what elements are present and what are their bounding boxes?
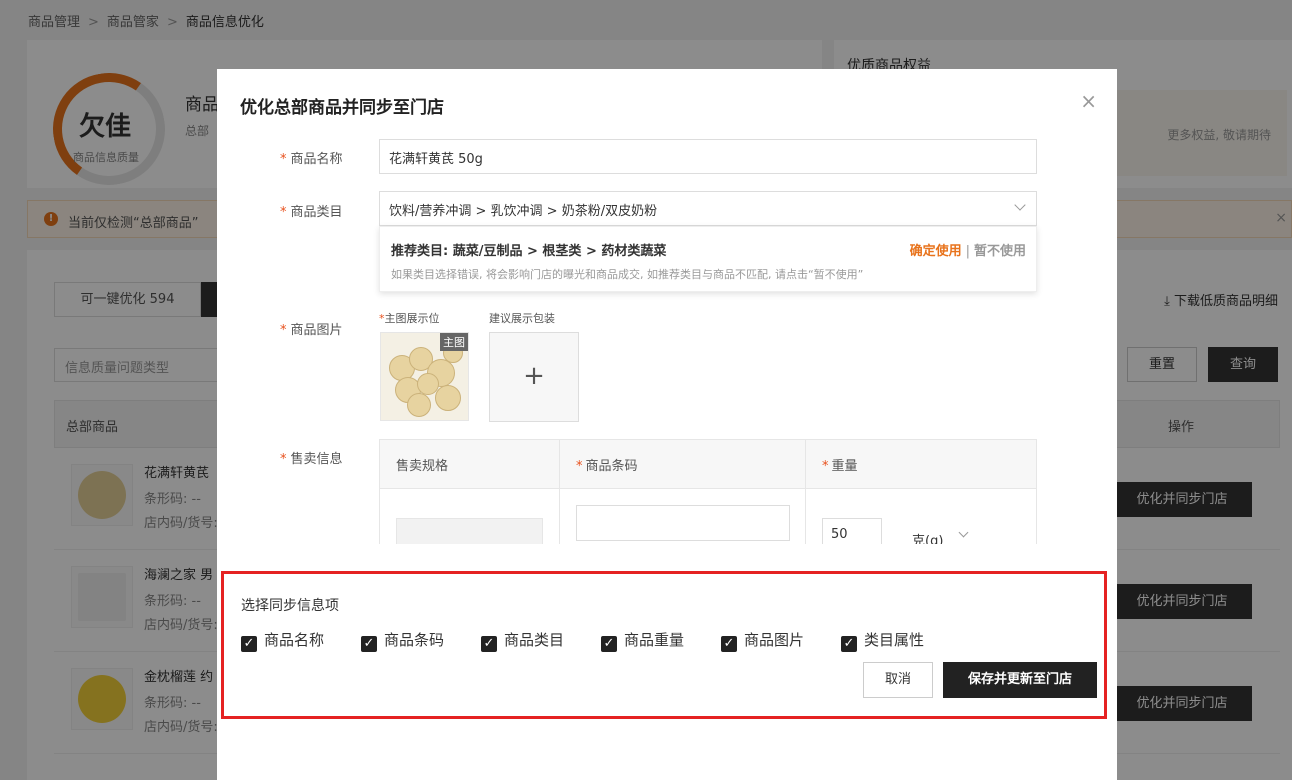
use-recommend-link[interactable]: 确定使用 (910, 244, 962, 259)
sale-table-header: 售卖规格 * 商品条码 * 重量 (380, 440, 1036, 489)
main-image-label: *主图展示位 (379, 312, 440, 325)
product-name-input[interactable]: 花满轩黄芪 50g (379, 139, 1037, 174)
column-divider (805, 440, 806, 544)
sync-title: 选择同步信息项 (241, 598, 339, 614)
recommend-hint: 如果类目选择错误, 将会影响门店的曝光和商品成交, 如推荐类目与商品不匹配, 请… (391, 268, 864, 281)
sync-checkbox-name[interactable]: ✓ 商品名称 (241, 629, 324, 652)
skip-recommend-link[interactable]: 暂不使用 (974, 244, 1026, 259)
sync-checkbox-image[interactable]: ✓ 商品图片 (721, 629, 804, 652)
sale-info-table: 售卖规格 * 商品条码 * 重量 50 克(g) (379, 439, 1037, 544)
column-header-weight: * 重量 (822, 459, 858, 474)
package-image-label: 建议展示包装 (489, 312, 555, 325)
close-icon[interactable]: × (1080, 91, 1097, 111)
modal-form-scroll[interactable]: * 商品名称 花满轩黄芪 50g * 商品类目 饮料/营养冲调 > 乳饮冲调 > 奶… (240, 119, 1093, 544)
checkbox-checked-icon: ✓ (721, 636, 737, 652)
recommend-actions: 确定使用 | 暂不使用 (910, 240, 1026, 259)
column-divider (559, 440, 560, 544)
weight-input[interactable]: 50 (822, 518, 882, 544)
sync-checkbox-attributes[interactable]: ✓ 类目属性 (841, 629, 924, 652)
field-label-name: * 商品名称 (280, 152, 343, 167)
weight-unit-select[interactable]: 克(g) (912, 530, 943, 544)
sync-checkbox-barcode[interactable]: ✓ 商品条码 (361, 629, 444, 652)
category-select[interactable]: 饮料/营养冲调 > 乳饮冲调 > 奶茶粉/双皮奶粉 (379, 191, 1037, 226)
main-image-tag: 主图 (440, 333, 468, 351)
checkbox-checked-icon: ✓ (601, 636, 617, 652)
category-recommendation: 推荐类目: 蔬菜/豆制品 > 根茎类 > 药材类蔬菜 确定使用 | 暂不使用 如果类… (379, 226, 1037, 292)
recommend-separator: | (965, 244, 970, 259)
cancel-button[interactable]: 取消 (863, 662, 933, 698)
barcode-input[interactable] (576, 505, 790, 541)
chevron-down-icon (1014, 199, 1026, 211)
main-product-image[interactable]: 主图 (380, 332, 469, 421)
field-label-image: * 商品图片 (280, 323, 343, 338)
column-header-barcode: * 商品条码 (576, 459, 638, 474)
add-image-button[interactable]: + (489, 332, 579, 422)
checkbox-checked-icon: ✓ (361, 636, 377, 652)
sync-options-panel: 选择同步信息项 ✓ 商品名称 ✓ 商品条码 ✓ 商品类目 ✓ 商品重量 ✓ 商品图片 ✓ 类… (221, 571, 1107, 719)
field-label-category: * 商品类目 (280, 205, 343, 220)
spec-field[interactable] (396, 518, 543, 544)
sync-checkbox-category[interactable]: ✓ 商品类目 (481, 629, 564, 652)
modal-title: 优化总部商品并同步至门店 (240, 98, 444, 118)
optimize-modal: 优化总部商品并同步至门店 × * 商品名称 花满轩黄芪 50g * 商品类目 饮料/… (217, 69, 1117, 780)
recommend-text: 推荐类目: 蔬菜/豆制品 > 根茎类 > 药材类蔬菜 (391, 244, 667, 259)
checkbox-checked-icon: ✓ (841, 636, 857, 652)
save-sync-button[interactable]: 保存并更新至门店 (943, 662, 1097, 698)
column-header-spec: 售卖规格 (396, 459, 449, 474)
checkbox-checked-icon: ✓ (241, 636, 257, 652)
sync-checkbox-weight[interactable]: ✓ 商品重量 (601, 629, 684, 652)
checkbox-checked-icon: ✓ (481, 636, 497, 652)
chevron-down-icon (958, 527, 969, 538)
field-label-sale: * 售卖信息 (280, 452, 343, 467)
category-value: 饮料/营养冲调 > 乳饮冲调 > 奶茶粉/双皮奶粉 (389, 204, 658, 219)
